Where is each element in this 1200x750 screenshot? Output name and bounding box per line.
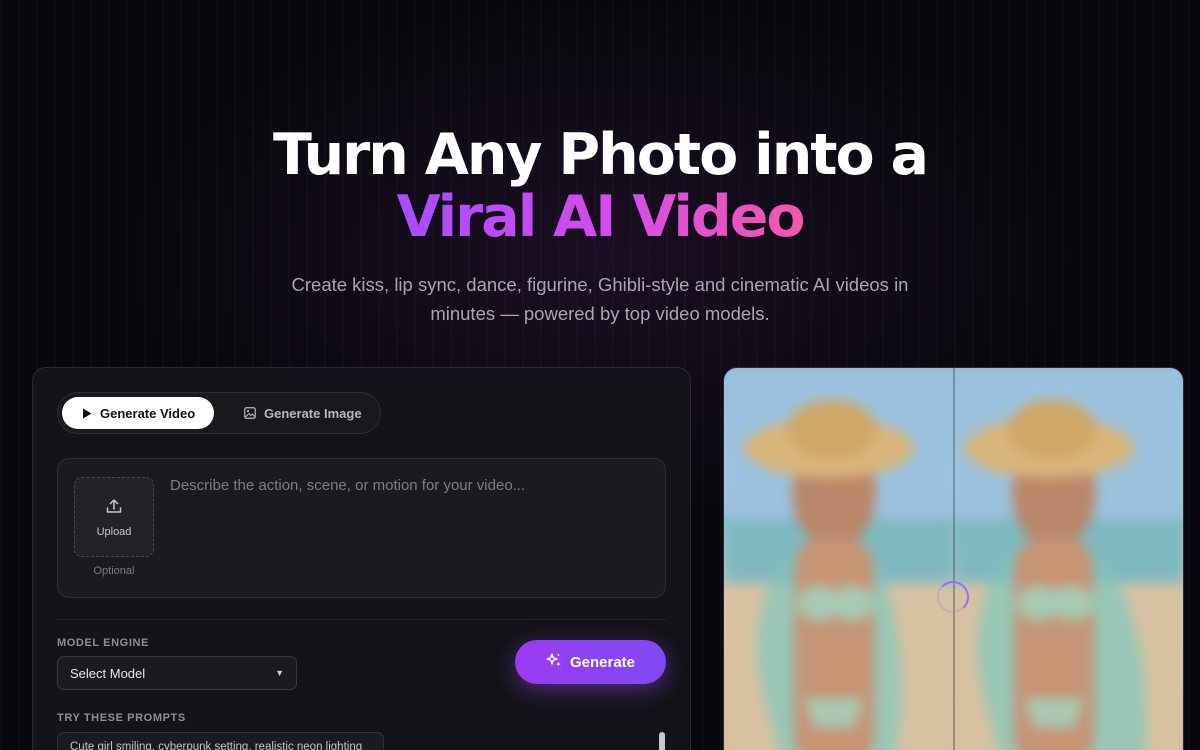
chevron-down-icon: ▼	[275, 668, 284, 678]
hero-subtitle: Create kiss, lip sync, dance, figurine, …	[291, 274, 909, 324]
sparkles-icon	[546, 652, 562, 672]
model-select[interactable]: Select Model ▼	[57, 656, 297, 690]
image-icon	[244, 407, 256, 419]
upload-hint: Optional	[93, 565, 135, 577]
preview-before	[724, 368, 954, 750]
divider	[57, 619, 666, 620]
model-select-value: Select Model	[70, 665, 146, 681]
upload-label: Upload	[96, 525, 132, 538]
prompt-input[interactable]	[170, 477, 650, 577]
try-prompts-label: TRY THESE PROMPTS	[57, 712, 186, 724]
compare-divider[interactable]	[953, 368, 955, 750]
hero-title-highlight: Viral AI Video	[396, 184, 805, 250]
scrollbar[interactable]	[659, 732, 665, 750]
upload-button[interactable]: Upload	[74, 477, 154, 557]
mode-tabs: Generate Video Generate Image	[57, 392, 381, 434]
generator-panel: Generate Video Generate Image Upload Opt…	[32, 367, 691, 750]
loading-spinner-icon	[937, 581, 969, 613]
model-engine-label: MODEL ENGINE	[57, 637, 149, 649]
hero: Turn Any Photo into a Viral AI Video Cre…	[0, 124, 1200, 328]
upload-icon	[105, 497, 123, 520]
preview-image	[723, 367, 1184, 750]
tab-generate-video-label: Generate Video	[100, 405, 196, 421]
prompt-box: Upload Optional	[57, 458, 666, 598]
tab-generate-image-label: Generate Image	[264, 405, 362, 421]
tab-generate-video[interactable]: Generate Video	[62, 397, 214, 429]
hero-title-line1: Turn Any Photo into a	[272, 122, 929, 188]
generate-button-label: Generate	[569, 653, 636, 671]
play-icon	[82, 408, 92, 419]
generate-button[interactable]: Generate	[515, 640, 666, 684]
tab-generate-image[interactable]: Generate Image	[240, 397, 370, 429]
preview-after	[954, 368, 1183, 750]
hero-title: Turn Any Photo into a Viral AI Video	[0, 124, 1200, 248]
prompt-suggestion[interactable]: Cute girl smiling, cyberpunk setting, re…	[57, 732, 384, 750]
